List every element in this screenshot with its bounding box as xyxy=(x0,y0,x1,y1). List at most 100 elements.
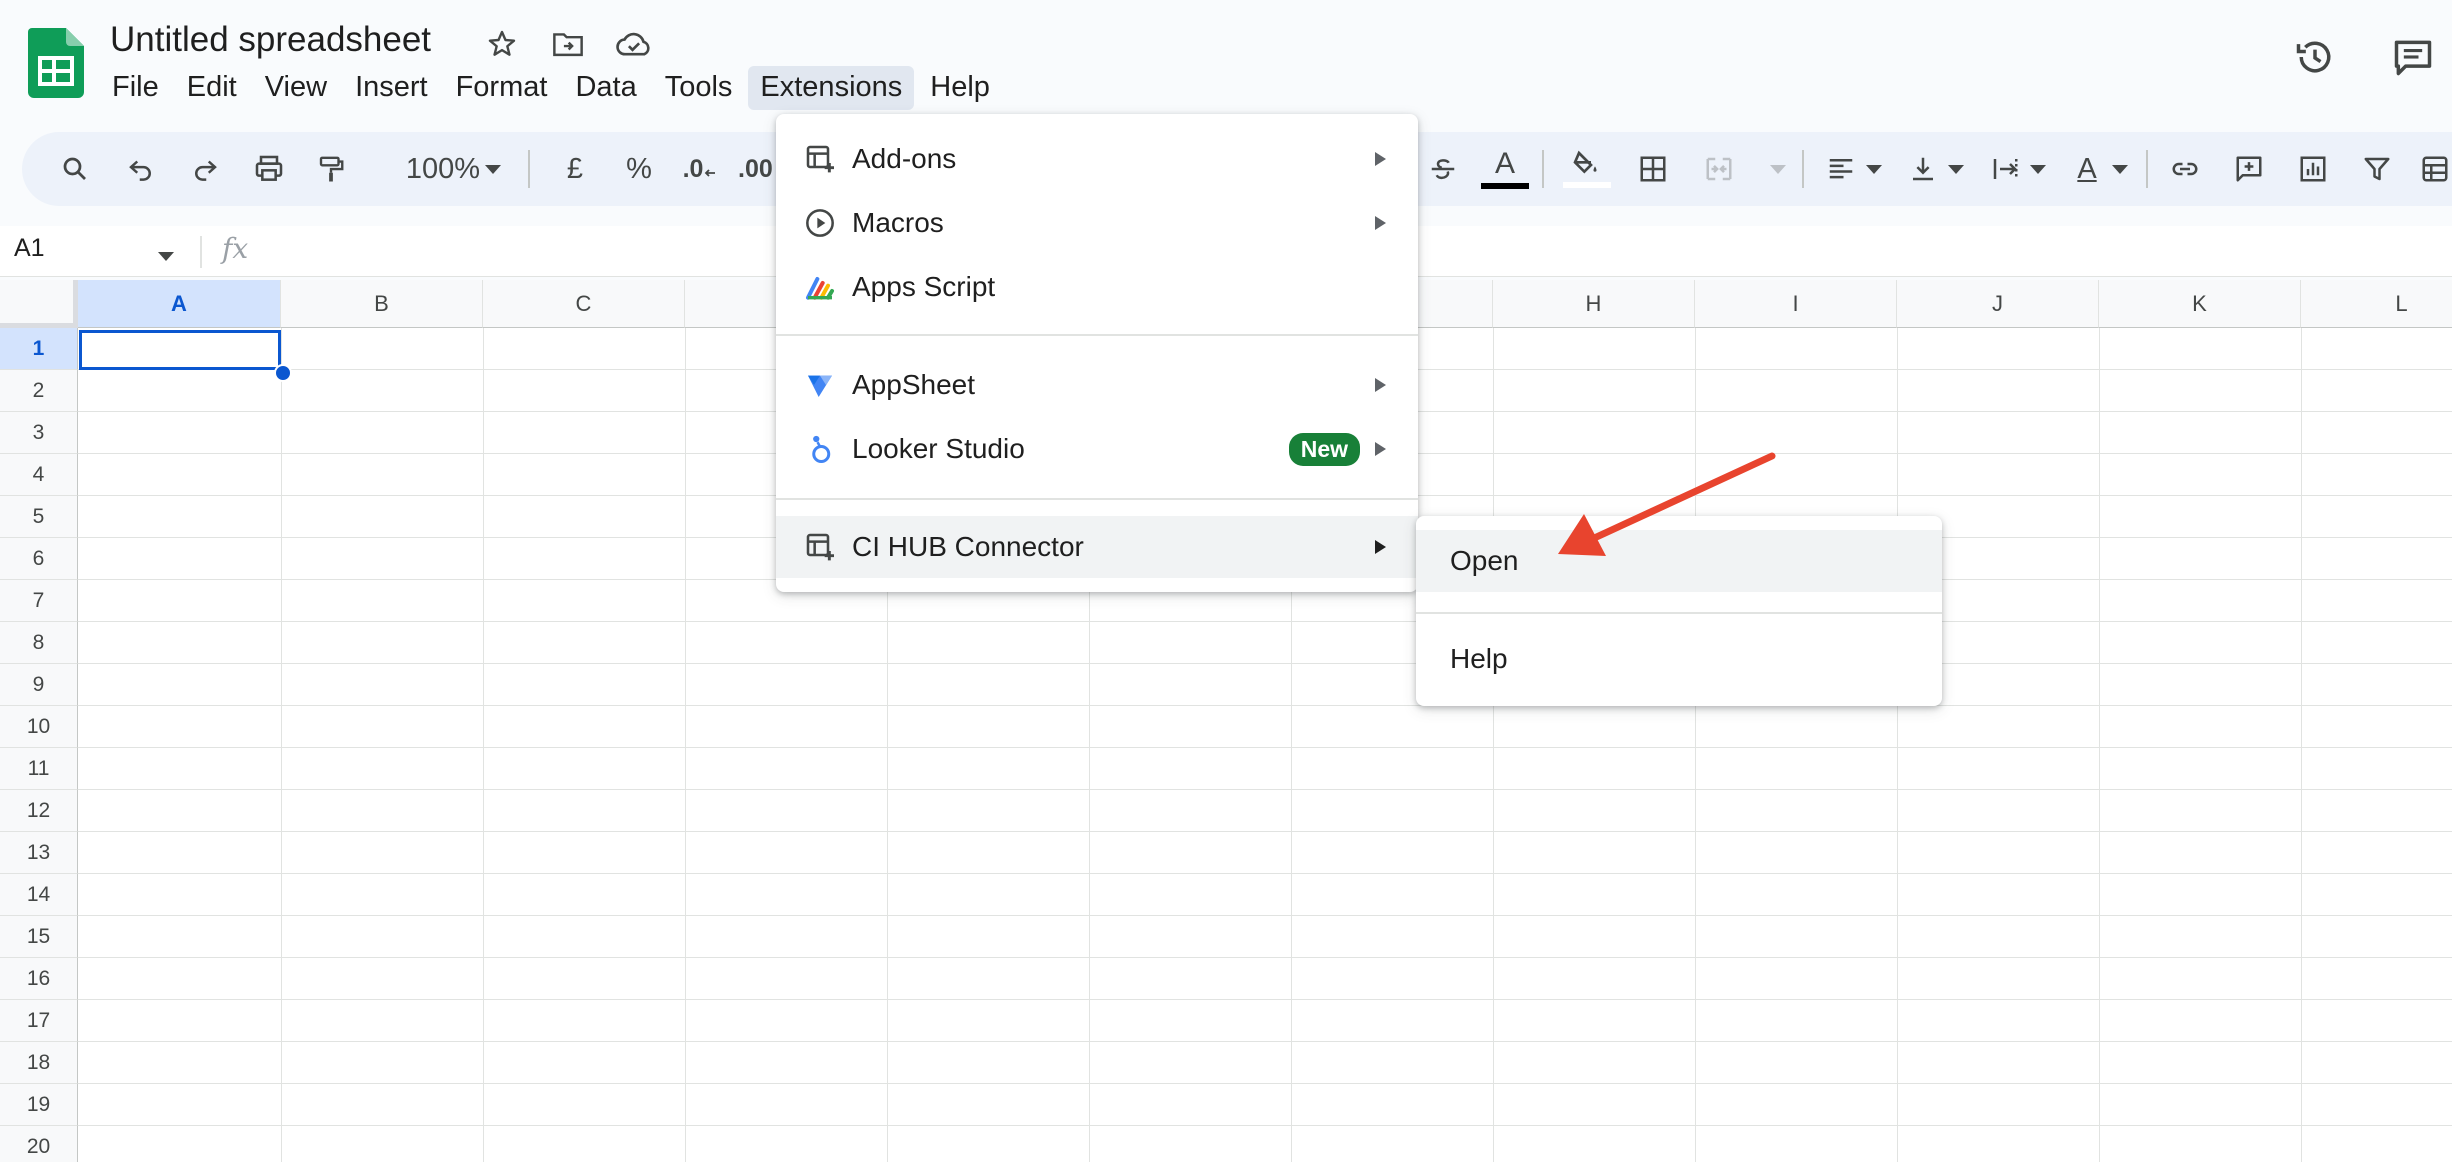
row-header-18[interactable]: 18 xyxy=(0,1042,78,1084)
row-header-14[interactable]: 14 xyxy=(0,874,78,916)
text-rotation-button[interactable]: A xyxy=(2064,146,2110,192)
row-header-20[interactable]: 20 xyxy=(0,1126,78,1162)
merge-caret-icon[interactable] xyxy=(1766,146,1790,192)
menu-help[interactable]: Help xyxy=(918,66,1002,110)
submenu-item-label: Help xyxy=(1450,643,1508,674)
submenu-item-open[interactable]: Open xyxy=(1416,530,1942,592)
table-view-icon[interactable] xyxy=(2412,146,2452,192)
horizontal-align-caret-icon[interactable] xyxy=(1862,146,1886,192)
fill-handle[interactable] xyxy=(274,364,292,382)
menu-item-apps-script[interactable]: Apps Script xyxy=(776,256,1418,318)
vertical-align-icon[interactable] xyxy=(1900,146,1946,192)
row-header-2[interactable]: 2 xyxy=(0,370,78,412)
row-header-11[interactable]: 11 xyxy=(0,748,78,790)
redo-icon[interactable] xyxy=(182,146,228,192)
menu-tools[interactable]: Tools xyxy=(653,66,745,110)
insert-comment-icon[interactable] xyxy=(2226,146,2272,192)
row-header-17[interactable]: 17 xyxy=(0,1000,78,1042)
row-header-15[interactable]: 15 xyxy=(0,916,78,958)
row-header-7[interactable]: 7 xyxy=(0,580,78,622)
search-menus-icon[interactable] xyxy=(52,146,98,192)
column-header-j[interactable]: J xyxy=(1897,280,2099,328)
insert-link-icon[interactable] xyxy=(2162,146,2208,192)
column-header-k[interactable]: K xyxy=(2099,280,2301,328)
row-header-1[interactable]: 1 xyxy=(0,328,78,370)
version-history-icon[interactable] xyxy=(2290,32,2340,82)
select-all-corner[interactable] xyxy=(0,280,78,328)
name-box-caret-icon[interactable] xyxy=(158,248,174,266)
row-header-9[interactable]: 9 xyxy=(0,664,78,706)
addons-icon xyxy=(802,141,838,177)
menu-view[interactable]: View xyxy=(253,66,339,110)
row-header-6[interactable]: 6 xyxy=(0,538,78,580)
text-wrapping-caret-icon[interactable] xyxy=(2026,146,2050,192)
name-box[interactable]: A1 xyxy=(14,234,45,263)
menu-file[interactable]: File xyxy=(100,66,171,110)
text-wrapping-icon[interactable] xyxy=(1982,146,2028,192)
move-to-folder-icon[interactable] xyxy=(548,24,588,64)
text-color-button[interactable]: A xyxy=(1478,146,1532,192)
merge-cells-icon[interactable] xyxy=(1696,146,1742,192)
menu-insert[interactable]: Insert xyxy=(343,66,440,110)
title-bar: Untitled spreadsheet File Edit View Inse… xyxy=(0,0,2452,128)
submenu-arrow-icon xyxy=(1375,540,1386,554)
menu-data[interactable]: Data xyxy=(563,66,648,110)
row-header-3[interactable]: 3 xyxy=(0,412,78,454)
star-icon[interactable] xyxy=(482,24,522,64)
column-header-a[interactable]: A xyxy=(78,280,281,328)
menu-extensions[interactable]: Extensions xyxy=(748,66,915,110)
menu-item-ci-hub-connector[interactable]: CI HUB Connector xyxy=(776,516,1418,578)
menu-item-looker-studio[interactable]: Looker Studio New xyxy=(776,418,1418,480)
comments-icon[interactable] xyxy=(2388,32,2438,82)
menu-separator xyxy=(1416,612,1942,614)
row-header-10[interactable]: 10 xyxy=(0,706,78,748)
cloud-saved-icon[interactable] xyxy=(614,24,654,64)
document-title[interactable]: Untitled spreadsheet xyxy=(110,20,431,60)
formula-divider xyxy=(200,236,202,268)
menu-item-label: Apps Script xyxy=(852,271,996,302)
menu-edit[interactable]: Edit xyxy=(175,66,249,110)
column-header-b[interactable]: B xyxy=(281,280,483,328)
submenu-item-help[interactable]: Help xyxy=(1416,628,1942,690)
paint-format-icon[interactable] xyxy=(308,146,354,192)
row-header-5[interactable]: 5 xyxy=(0,496,78,538)
menu-item-label: CI HUB Connector xyxy=(852,531,1084,562)
column-header-c[interactable]: C xyxy=(483,280,685,328)
percent-format-button[interactable]: % xyxy=(616,146,662,192)
menu-item-macros[interactable]: Macros xyxy=(776,192,1418,254)
menu-item-add-ons[interactable]: Add-ons xyxy=(776,128,1418,190)
zoom-caret-icon[interactable] xyxy=(478,146,508,192)
vertical-align-caret-icon[interactable] xyxy=(1944,146,1968,192)
column-header-h[interactable]: H xyxy=(1493,280,1695,328)
submenu-arrow-icon xyxy=(1375,216,1386,230)
column-header-l[interactable]: L xyxy=(2301,280,2452,328)
filter-icon[interactable] xyxy=(2354,146,2400,192)
menu-format[interactable]: Format xyxy=(444,66,560,110)
looker-studio-icon xyxy=(802,431,838,467)
insert-chart-icon[interactable] xyxy=(2290,146,2336,192)
horizontal-align-icon[interactable] xyxy=(1818,146,1864,192)
text-color-glyph: A xyxy=(1494,147,1515,180)
decrease-decimal-button[interactable]: .0 xyxy=(672,146,728,192)
fill-color-button[interactable] xyxy=(1560,146,1614,192)
row-header-12[interactable]: 12 xyxy=(0,790,78,832)
currency-format-button[interactable]: £ xyxy=(552,146,598,192)
column-header-i[interactable]: I xyxy=(1695,280,1897,328)
paint-bucket-icon xyxy=(1573,150,1597,174)
undo-icon[interactable] xyxy=(118,146,164,192)
ci-hub-addon-icon xyxy=(802,529,838,565)
grid-line xyxy=(78,747,2452,748)
active-cell-a1[interactable] xyxy=(79,330,281,370)
menu-item-appsheet[interactable]: AppSheet xyxy=(776,354,1418,416)
row-header-19[interactable]: 19 xyxy=(0,1084,78,1126)
sheets-logo-icon[interactable] xyxy=(28,28,84,98)
print-icon[interactable] xyxy=(246,146,292,192)
grid-line xyxy=(78,1125,2452,1126)
text-rotation-caret-icon[interactable] xyxy=(2108,146,2132,192)
strikethrough-icon[interactable] xyxy=(1420,146,1466,192)
borders-icon[interactable] xyxy=(1630,146,1676,192)
row-header-4[interactable]: 4 xyxy=(0,454,78,496)
row-header-16[interactable]: 16 xyxy=(0,958,78,1000)
row-header-8[interactable]: 8 xyxy=(0,622,78,664)
row-header-13[interactable]: 13 xyxy=(0,832,78,874)
